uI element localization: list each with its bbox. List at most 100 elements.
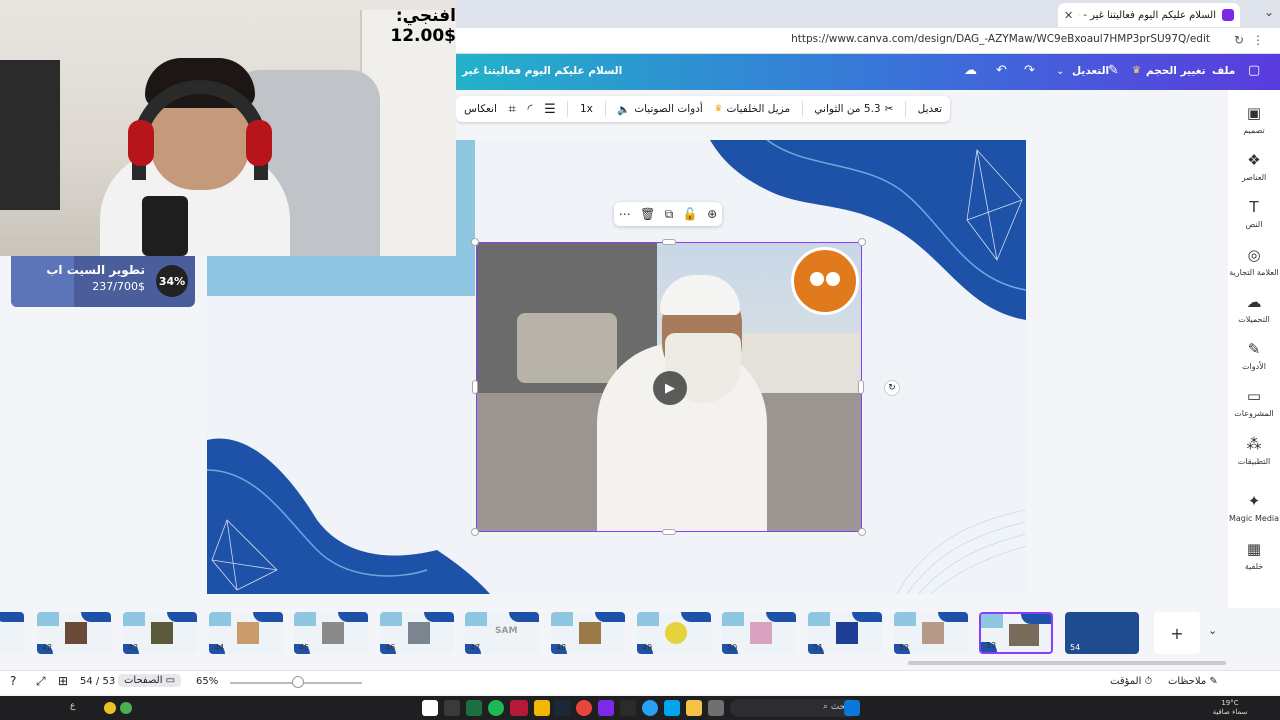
sidebar-item-apps[interactable]: ⁂ التطبيقات <box>1228 435 1280 466</box>
sidebar-item-design[interactable]: ▣ تصميم <box>1228 104 1280 135</box>
pages-button[interactable]: الصفحات ▭ <box>118 674 182 687</box>
add-page-button[interactable]: + <box>1154 612 1200 654</box>
zoom-slider-handle[interactable] <box>292 676 304 688</box>
excel-icon[interactable] <box>466 700 482 716</box>
chrome-icon[interactable] <box>576 700 592 716</box>
resize-handle-bl[interactable] <box>471 528 479 536</box>
spotify-icon[interactable] <box>488 700 504 716</box>
sidebar-item-tools[interactable]: ✎ الأدوات <box>1228 340 1280 371</box>
help-icon[interactable]: ? <box>10 674 16 688</box>
sidebar-item-magic-media[interactable]: ✦ Magic Media <box>1228 492 1280 523</box>
page-thumbnail[interactable]: 54 <box>1065 612 1139 654</box>
sidebar-item-label: Magic Media <box>1228 514 1280 523</box>
sidebar-item-uploads[interactable]: ☁ التحميلات <box>1228 293 1280 324</box>
page-thumbnail[interactable]: 45 <box>294 612 368 654</box>
page-thumbnail[interactable]: 50 <box>722 612 796 654</box>
delete-icon[interactable]: 🗑 <box>640 207 655 221</box>
page-number: 53 <box>986 641 997 650</box>
page-thumbnail[interactable]: 43 <box>123 612 197 654</box>
resize-handle-right[interactable] <box>858 380 864 394</box>
cloud-save-icon[interactable]: ☁ <box>964 63 977 78</box>
sidebar-item-projects[interactable]: ▭ المشروعات <box>1228 387 1280 418</box>
resize-handle-tr[interactable] <box>858 238 866 246</box>
pencil-icon: ✎ <box>1108 63 1119 78</box>
border-style-icon[interactable]: ☰ <box>544 102 556 117</box>
rotate-icon[interactable]: ↻ <box>884 380 900 396</box>
page-thumbnail[interactable]: 42 <box>37 612 111 654</box>
start-icon[interactable] <box>422 700 438 716</box>
resize-handle-top[interactable] <box>662 239 676 245</box>
sidebar-item-label: خلفية <box>1244 562 1264 571</box>
play-icon[interactable]: ▶ <box>653 371 687 405</box>
tray-app-icon[interactable] <box>120 702 132 714</box>
url-text[interactable]: https://www.canva.com/design/DAG_-AZYMaw… <box>791 33 1210 45</box>
corner-rounding-icon[interactable]: ◜ <box>527 102 532 117</box>
sidebar-item-background[interactable]: ▦ خلفية <box>1228 540 1280 571</box>
trim-button[interactable]: ✂ 5.3 من الثواني <box>814 103 893 115</box>
undo-icon[interactable]: ↶ <box>996 63 1007 78</box>
taskbar-app-icon[interactable] <box>708 700 724 716</box>
edit-button[interactable]: تعديل <box>918 103 942 115</box>
window-controls-icon[interactable]: ⌄ <box>1264 5 1274 19</box>
grid-view-icon[interactable]: ⊞ <box>58 674 68 688</box>
comment-icon[interactable]: ⊕ <box>707 207 717 221</box>
resize-handle-tl[interactable] <box>471 238 479 246</box>
redo-icon[interactable]: ↷ <box>1024 63 1035 78</box>
close-tab-icon[interactable]: ✕ <box>1064 9 1073 22</box>
page-thumbnail[interactable]: 51 <box>808 612 882 654</box>
more-icon[interactable]: ⋯ <box>619 207 631 221</box>
sidebar-item-text[interactable]: T النص <box>1228 198 1280 229</box>
browser-tab[interactable]: السلام عليكم اليوم فعاليتنا غير - عرض...… <box>1058 3 1240 27</box>
chevron-down-icon[interactable]: ⌄ <box>1208 624 1217 637</box>
page-thumbnail[interactable]: 44 <box>209 612 283 654</box>
sidebar-item-elements[interactable]: ❖ العناصر <box>1228 151 1280 182</box>
bg-remover-button[interactable]: مزيل الخلفيات ♛ <box>714 103 790 115</box>
page-thumbnail[interactable] <box>0 612 24 654</box>
duplicate-icon[interactable]: ⧉ <box>665 207 674 222</box>
video-element[interactable]: ▶ <box>476 242 862 532</box>
weather-widget[interactable]: 19°C سماء صافية <box>1200 699 1260 717</box>
notes-button[interactable]: ملاحظات ✎ <box>1168 676 1218 687</box>
resize-handle-bottom[interactable] <box>662 529 676 535</box>
file-explorer-icon[interactable] <box>686 700 702 716</box>
reload-icon[interactable]: ↻⋮ <box>1234 33 1272 47</box>
resize-handle-br[interactable] <box>858 528 866 536</box>
page-filmstrip: 42 43 44 45 46 SAM 47 48 49 50 51 52 53 5… <box>0 608 1280 670</box>
store-icon[interactable] <box>664 700 680 716</box>
flip-button[interactable]: انعكاس <box>464 103 497 115</box>
fullscreen-icon[interactable]: ⤢ <box>36 674 46 689</box>
edge-icon[interactable] <box>642 700 658 716</box>
audio-tools-button[interactable]: أدوات الصوتيات 🔈 <box>617 103 703 116</box>
resize-button[interactable]: تغيير الحجم <box>1146 65 1206 77</box>
editor-header: السلام عليكم اليوم فعاليتنا غير ☁ ↶ ↷ ⌄ … <box>456 54 1280 90</box>
filmstrip-scrollbar[interactable] <box>908 661 1226 665</box>
taskbar-app-icon[interactable] <box>620 700 636 716</box>
page-thumbnail[interactable]: 52 <box>894 612 968 654</box>
taskbar-app-icon[interactable] <box>510 700 528 716</box>
page-thumbnail[interactable]: 46 <box>380 612 454 654</box>
lock-icon[interactable]: 🔓 <box>683 207 698 221</box>
resize-handle-left[interactable] <box>472 380 478 394</box>
warning-app-icon[interactable] <box>534 700 550 716</box>
document-title[interactable]: السلام عليكم اليوم فعاليتنا غير <box>462 65 622 77</box>
taskbar-search-input[interactable]: بحث ⌕ <box>730 699 858 717</box>
steam-icon[interactable] <box>554 700 570 716</box>
widgets-icon[interactable] <box>844 700 860 716</box>
editing-mode-button[interactable]: التعديل <box>1072 65 1109 77</box>
speed-button[interactable]: 1x <box>580 103 593 115</box>
page-thumbnail-current[interactable]: 53 <box>979 612 1053 654</box>
page-thumbnail[interactable]: 49 <box>637 612 711 654</box>
canva-icon[interactable] <box>598 700 614 716</box>
donation-price-label: افنجي: $12.00 <box>390 6 456 46</box>
page-thumbnail[interactable]: SAM 47 <box>465 612 539 654</box>
crop-icon[interactable]: ⌗ <box>509 102 516 117</box>
page-thumbnail[interactable]: 48 <box>551 612 625 654</box>
file-menu-button[interactable]: ملف <box>1212 65 1235 77</box>
zoom-level[interactable]: 65% <box>196 676 218 687</box>
menu-icon[interactable]: ▢ <box>1248 63 1260 78</box>
tray-app-icon[interactable] <box>104 702 116 714</box>
sidebar-item-brand[interactable]: ◎ العلامة التجارية <box>1228 246 1280 277</box>
chevron-down-icon[interactable]: ⌄ <box>1056 66 1064 77</box>
taskbar-app-icon[interactable] <box>444 700 460 716</box>
timer-button[interactable]: المؤقت ⏱ <box>1110 676 1152 687</box>
